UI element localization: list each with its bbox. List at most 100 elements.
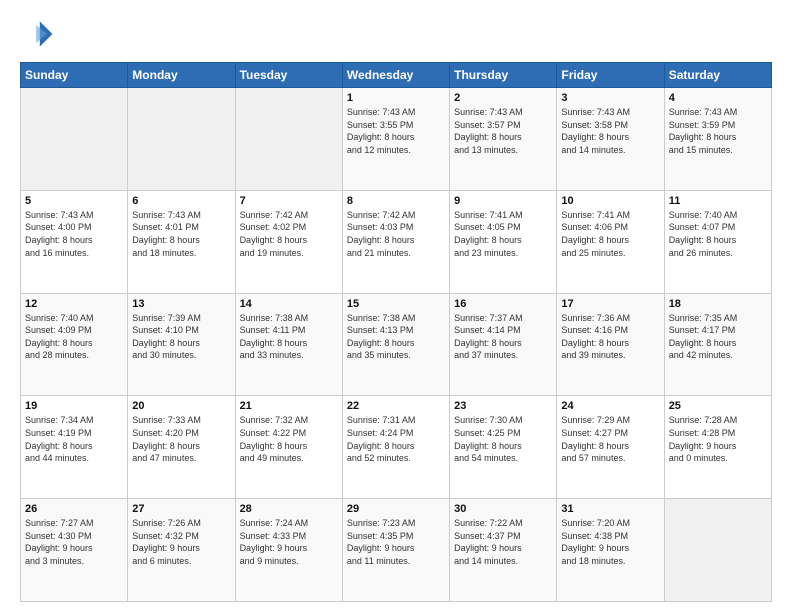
day-info: Sunrise: 7:30 AMSunset: 4:25 PMDaylight:…	[454, 414, 552, 464]
day-number: 13	[132, 298, 230, 310]
logo	[20, 16, 60, 52]
day-info: Sunrise: 7:29 AMSunset: 4:27 PMDaylight:…	[561, 414, 659, 464]
day-number: 25	[669, 400, 767, 412]
day-info: Sunrise: 7:43 AMSunset: 3:57 PMDaylight:…	[454, 106, 552, 156]
day-info: Sunrise: 7:43 AMSunset: 3:59 PMDaylight:…	[669, 106, 767, 156]
day-number: 9	[454, 195, 552, 207]
day-header-thursday: Thursday	[450, 63, 557, 88]
day-info: Sunrise: 7:27 AMSunset: 4:30 PMDaylight:…	[25, 517, 123, 567]
page: SundayMondayTuesdayWednesdayThursdayFrid…	[0, 0, 792, 612]
day-header-tuesday: Tuesday	[235, 63, 342, 88]
day-info: Sunrise: 7:43 AMSunset: 3:55 PMDaylight:…	[347, 106, 445, 156]
day-number: 29	[347, 503, 445, 515]
day-number: 26	[25, 503, 123, 515]
calendar-cell: 20 Sunrise: 7:33 AMSunset: 4:20 PMDayligh…	[128, 396, 235, 499]
calendar-cell: 10 Sunrise: 7:41 AMSunset: 4:06 PMDayligh…	[557, 190, 664, 293]
day-header-sunday: Sunday	[21, 63, 128, 88]
week-row-0: 1 Sunrise: 7:43 AMSunset: 3:55 PMDaylight…	[21, 88, 772, 191]
calendar-cell	[128, 88, 235, 191]
day-number: 12	[25, 298, 123, 310]
calendar-cell: 8Sunrise: 7:42 AMSunset: 4:03 PMDaylight…	[342, 190, 449, 293]
day-info: Sunrise: 7:37 AMSunset: 4:14 PMDaylight:…	[454, 312, 552, 362]
day-info: Sunrise: 7:26 AMSunset: 4:32 PMDaylight:…	[132, 517, 230, 567]
day-info: Sunrise: 7:38 AMSunset: 4:11 PMDaylight:…	[240, 312, 338, 362]
calendar-cell: 15 Sunrise: 7:38 AMSunset: 4:13 PMDayligh…	[342, 293, 449, 396]
day-number: 23	[454, 400, 552, 412]
calendar-cell: 13Sunrise: 7:39 AMSunset: 4:10 PMDayligh…	[128, 293, 235, 396]
header-row: SundayMondayTuesdayWednesdayThursdayFrid…	[21, 63, 772, 88]
day-number: 19	[25, 400, 123, 412]
calendar-cell: 12 Sunrise: 7:40 AMSunset: 4:09 PMDayligh…	[21, 293, 128, 396]
header	[20, 16, 772, 52]
day-info: Sunrise: 7:41 AMSunset: 4:06 PMDaylight:…	[561, 209, 659, 259]
day-number: 31	[561, 503, 659, 515]
calendar-cell: 18 Sunrise: 7:35 AMSunset: 4:17 PMDayligh…	[664, 293, 771, 396]
day-number: 11	[669, 195, 767, 207]
day-number: 16	[454, 298, 552, 310]
day-info: Sunrise: 7:41 AMSunset: 4:05 PMDaylight:…	[454, 209, 552, 259]
calendar-cell: 6Sunrise: 7:43 AMSunset: 4:01 PMDaylight…	[128, 190, 235, 293]
day-info: Sunrise: 7:40 AMSunset: 4:07 PMDaylight:…	[669, 209, 767, 259]
calendar-cell: 11 Sunrise: 7:40 AMSunset: 4:07 PMDayligh…	[664, 190, 771, 293]
day-number: 18	[669, 298, 767, 310]
day-header-saturday: Saturday	[664, 63, 771, 88]
day-number: 30	[454, 503, 552, 515]
day-info: Sunrise: 7:24 AMSunset: 4:33 PMDaylight:…	[240, 517, 338, 567]
calendar-cell: 14 Sunrise: 7:38 AMSunset: 4:11 PMDayligh…	[235, 293, 342, 396]
calendar-cell: 19 Sunrise: 7:34 AMSunset: 4:19 PMDayligh…	[21, 396, 128, 499]
day-info: Sunrise: 7:32 AMSunset: 4:22 PMDaylight:…	[240, 414, 338, 464]
day-info: Sunrise: 7:43 AMSunset: 3:58 PMDaylight:…	[561, 106, 659, 156]
day-number: 4	[669, 92, 767, 104]
week-row-4: 26 Sunrise: 7:27 AMSunset: 4:30 PMDayligh…	[21, 499, 772, 602]
day-number: 20	[132, 400, 230, 412]
day-info: Sunrise: 7:40 AMSunset: 4:09 PMDaylight:…	[25, 312, 123, 362]
calendar-cell: 1 Sunrise: 7:43 AMSunset: 3:55 PMDaylight…	[342, 88, 449, 191]
calendar-cell: 27 Sunrise: 7:26 AMSunset: 4:32 PMDayligh…	[128, 499, 235, 602]
calendar-cell: 21Sunrise: 7:32 AMSunset: 4:22 PMDayligh…	[235, 396, 342, 499]
calendar-cell	[235, 88, 342, 191]
day-info: Sunrise: 7:35 AMSunset: 4:17 PMDaylight:…	[669, 312, 767, 362]
day-info: Sunrise: 7:36 AMSunset: 4:16 PMDaylight:…	[561, 312, 659, 362]
day-number: 10	[561, 195, 659, 207]
day-info: Sunrise: 7:38 AMSunset: 4:13 PMDaylight:…	[347, 312, 445, 362]
day-header-wednesday: Wednesday	[342, 63, 449, 88]
day-number: 15	[347, 298, 445, 310]
day-number: 5	[25, 195, 123, 207]
calendar-cell: 16 Sunrise: 7:37 AMSunset: 4:14 PMDayligh…	[450, 293, 557, 396]
calendar-cell: 17 Sunrise: 7:36 AMSunset: 4:16 PMDayligh…	[557, 293, 664, 396]
calendar-cell: 5 Sunrise: 7:43 AMSunset: 4:00 PMDaylight…	[21, 190, 128, 293]
day-info: Sunrise: 7:43 AMSunset: 4:00 PMDaylight:…	[25, 209, 123, 259]
day-header-monday: Monday	[128, 63, 235, 88]
calendar-cell: 30Sunrise: 7:22 AMSunset: 4:37 PMDayligh…	[450, 499, 557, 602]
calendar-cell: 26 Sunrise: 7:27 AMSunset: 4:30 PMDayligh…	[21, 499, 128, 602]
calendar-cell	[664, 499, 771, 602]
week-row-2: 12 Sunrise: 7:40 AMSunset: 4:09 PMDayligh…	[21, 293, 772, 396]
day-info: Sunrise: 7:20 AMSunset: 4:38 PMDaylight:…	[561, 517, 659, 567]
day-info: Sunrise: 7:31 AMSunset: 4:24 PMDaylight:…	[347, 414, 445, 464]
day-info: Sunrise: 7:23 AMSunset: 4:35 PMDaylight:…	[347, 517, 445, 567]
day-number: 14	[240, 298, 338, 310]
day-number: 6	[132, 195, 230, 207]
day-number: 17	[561, 298, 659, 310]
calendar-cell: 3 Sunrise: 7:43 AMSunset: 3:58 PMDaylight…	[557, 88, 664, 191]
day-number: 27	[132, 503, 230, 515]
calendar: SundayMondayTuesdayWednesdayThursdayFrid…	[20, 62, 772, 602]
day-info: Sunrise: 7:33 AMSunset: 4:20 PMDaylight:…	[132, 414, 230, 464]
calendar-cell: 9 Sunrise: 7:41 AMSunset: 4:05 PMDaylight…	[450, 190, 557, 293]
day-number: 22	[347, 400, 445, 412]
day-number: 24	[561, 400, 659, 412]
day-header-friday: Friday	[557, 63, 664, 88]
calendar-cell: 22 Sunrise: 7:31 AMSunset: 4:24 PMDayligh…	[342, 396, 449, 499]
day-number: 1	[347, 92, 445, 104]
day-number: 7	[240, 195, 338, 207]
calendar-cell: 28Sunrise: 7:24 AMSunset: 4:33 PMDayligh…	[235, 499, 342, 602]
calendar-cell: 31 Sunrise: 7:20 AMSunset: 4:38 PMDayligh…	[557, 499, 664, 602]
calendar-cell	[21, 88, 128, 191]
day-number: 8	[347, 195, 445, 207]
day-number: 3	[561, 92, 659, 104]
calendar-cell: 2Sunrise: 7:43 AMSunset: 3:57 PMDaylight…	[450, 88, 557, 191]
logo-icon	[20, 16, 56, 52]
day-info: Sunrise: 7:34 AMSunset: 4:19 PMDaylight:…	[25, 414, 123, 464]
week-row-1: 5 Sunrise: 7:43 AMSunset: 4:00 PMDaylight…	[21, 190, 772, 293]
calendar-cell: 4 Sunrise: 7:43 AMSunset: 3:59 PMDaylight…	[664, 88, 771, 191]
